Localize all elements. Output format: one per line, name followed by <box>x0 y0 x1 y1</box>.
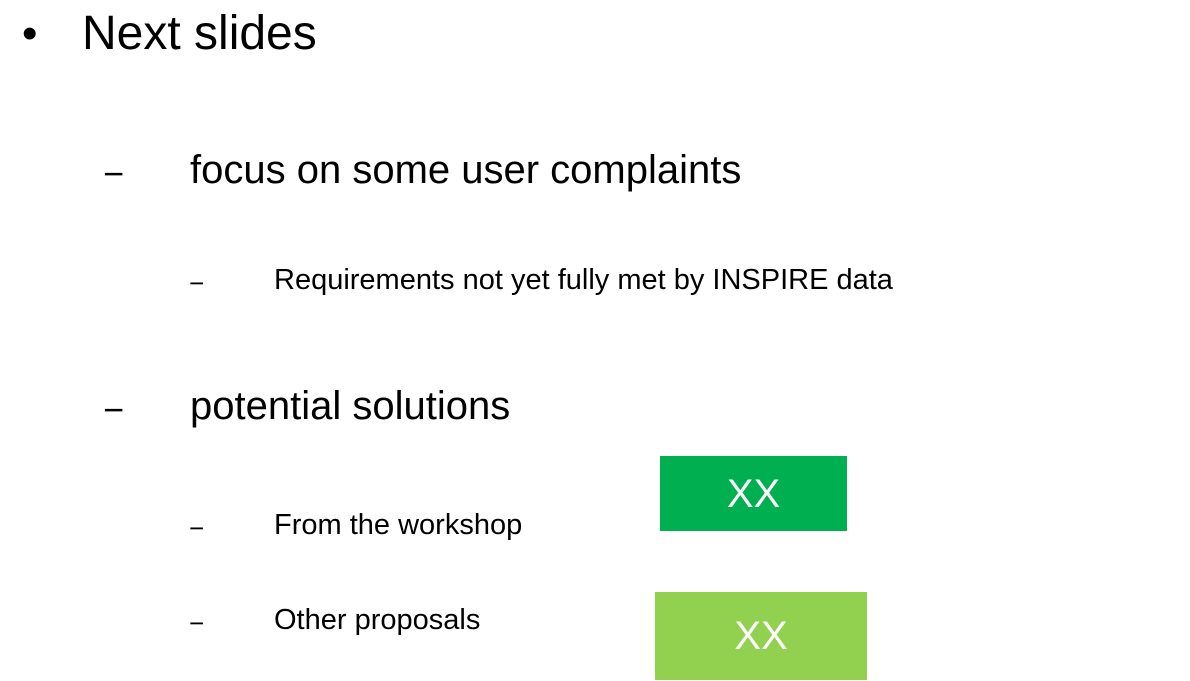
dash-marker: − <box>189 268 205 298</box>
dash-marker: − <box>189 608 205 638</box>
slide: • Next slides − focus on some user compl… <box>0 0 1190 681</box>
item-potential-solutions: potential solutions <box>190 384 511 428</box>
item-from-workshop: From the workshop <box>274 509 523 541</box>
item-user-complaints: focus on some user complaints <box>190 148 742 192</box>
proposals-badge: XX <box>655 592 867 680</box>
item-requirements: Requirements not yet fully met by INSPIR… <box>274 264 893 296</box>
dash-marker: − <box>103 153 125 194</box>
dash-marker: − <box>103 389 125 430</box>
workshop-badge: XX <box>660 456 847 531</box>
heading-next-slides: Next slides <box>82 7 317 60</box>
item-other-proposals: Other proposals <box>274 604 481 636</box>
heading-bullet: • <box>22 9 38 58</box>
dash-marker: − <box>189 513 205 543</box>
